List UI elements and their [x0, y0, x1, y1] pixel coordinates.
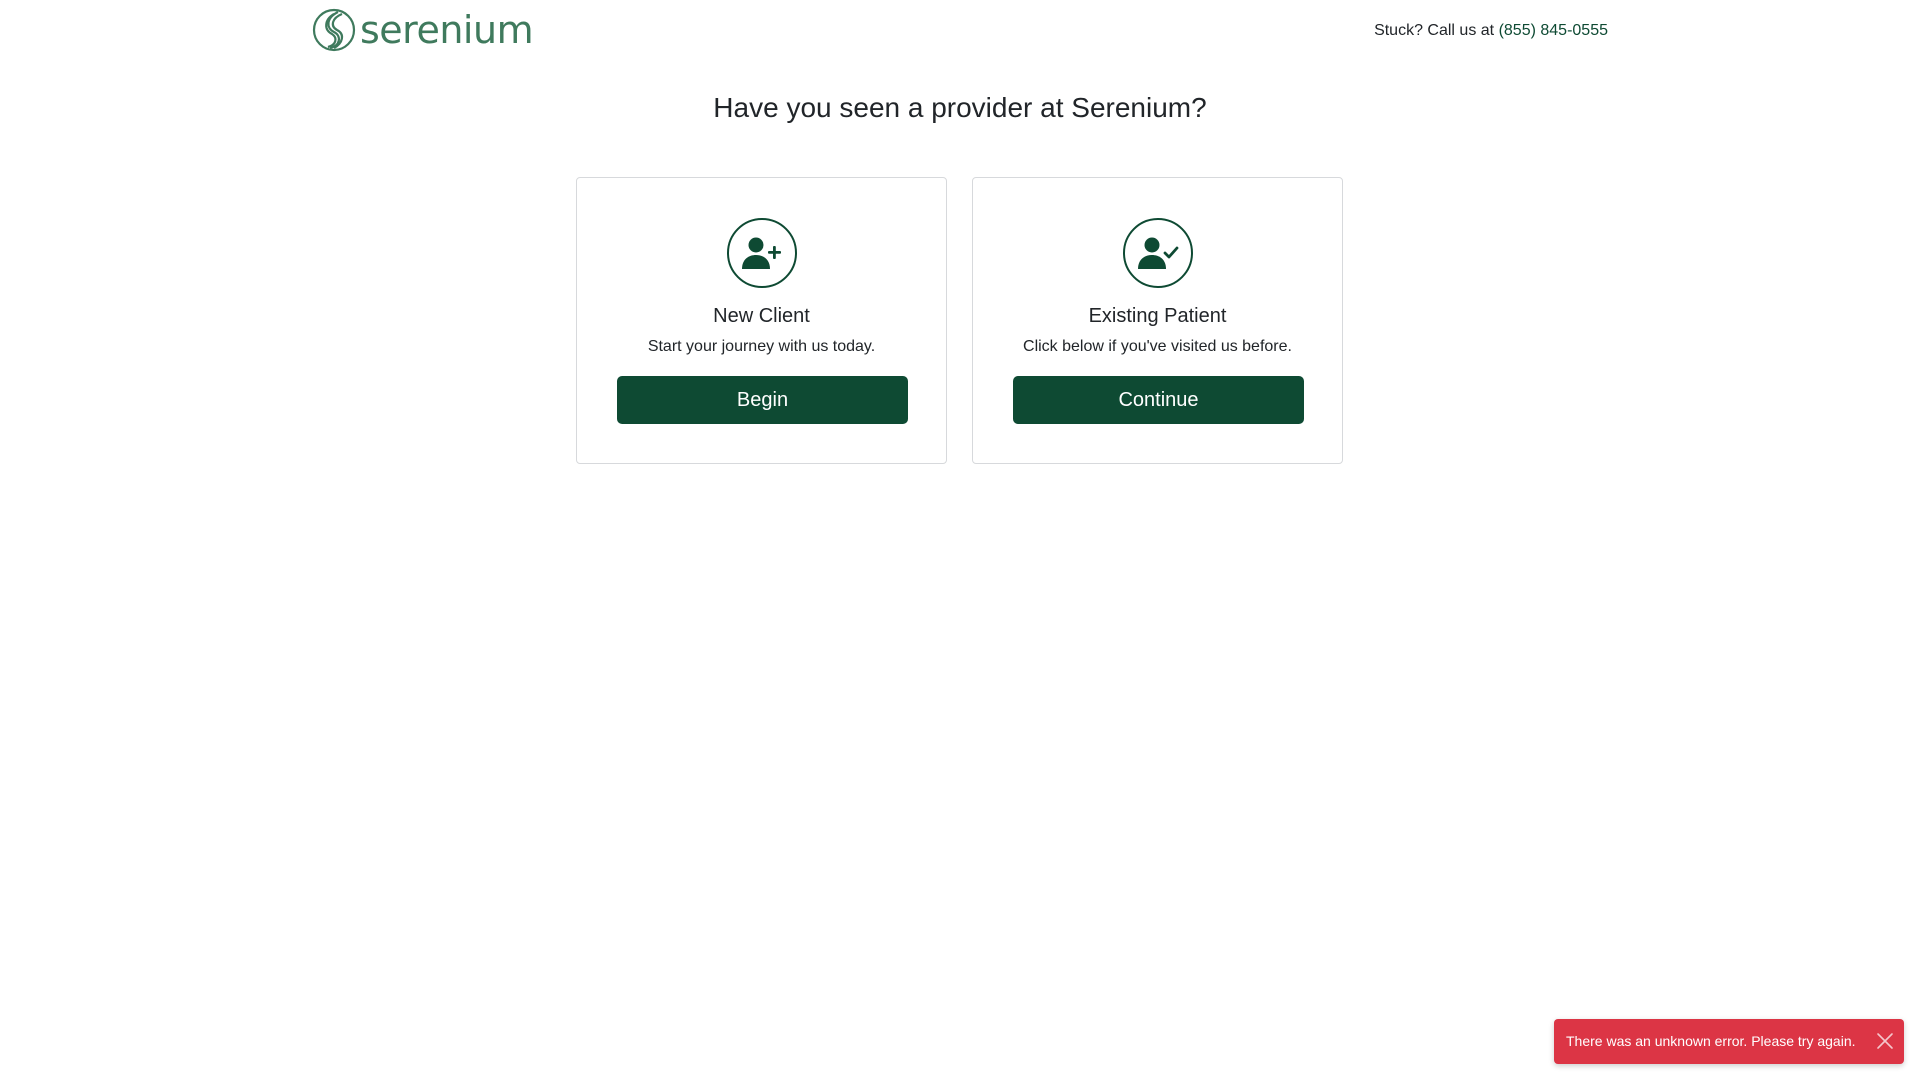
- user-check-icon: [1123, 218, 1193, 288]
- toast-message: There was an unknown error. Please try a…: [1566, 1033, 1856, 1049]
- card-title: New Client: [713, 305, 810, 327]
- help-text: Stuck? Call us at (855) 845-0555: [1374, 22, 1608, 40]
- begin-button[interactable]: Begin: [617, 376, 908, 424]
- existing-patient-card: Existing Patient Click below if you've v…: [972, 177, 1343, 464]
- serenium-logo[interactable]: serenium: [312, 8, 534, 52]
- page-title: Have you seen a provider at Serenium?: [713, 92, 1207, 123]
- card-title: Existing Patient: [1088, 305, 1227, 327]
- user-plus-icon: [727, 218, 797, 288]
- new-client-card: New Client Start your journey with us to…: [576, 177, 947, 464]
- header: serenium Stuck? Call us at (855) 845-055…: [312, 0, 1608, 64]
- close-icon[interactable]: [1876, 1032, 1894, 1050]
- help-phone-link[interactable]: (855) 845-0555: [1499, 22, 1608, 39]
- help-prefix: Stuck? Call us at: [1374, 22, 1495, 39]
- error-toast: There was an unknown error. Please try a…: [1554, 1019, 1904, 1064]
- card-subtitle: Click below if you've visited us before.: [1023, 338, 1292, 355]
- card-subtitle: Start your journey with us today.: [647, 338, 876, 355]
- continue-button[interactable]: Continue: [1013, 376, 1304, 424]
- logo-text: serenium: [360, 8, 534, 52]
- logo-swirl-icon: [312, 8, 356, 52]
